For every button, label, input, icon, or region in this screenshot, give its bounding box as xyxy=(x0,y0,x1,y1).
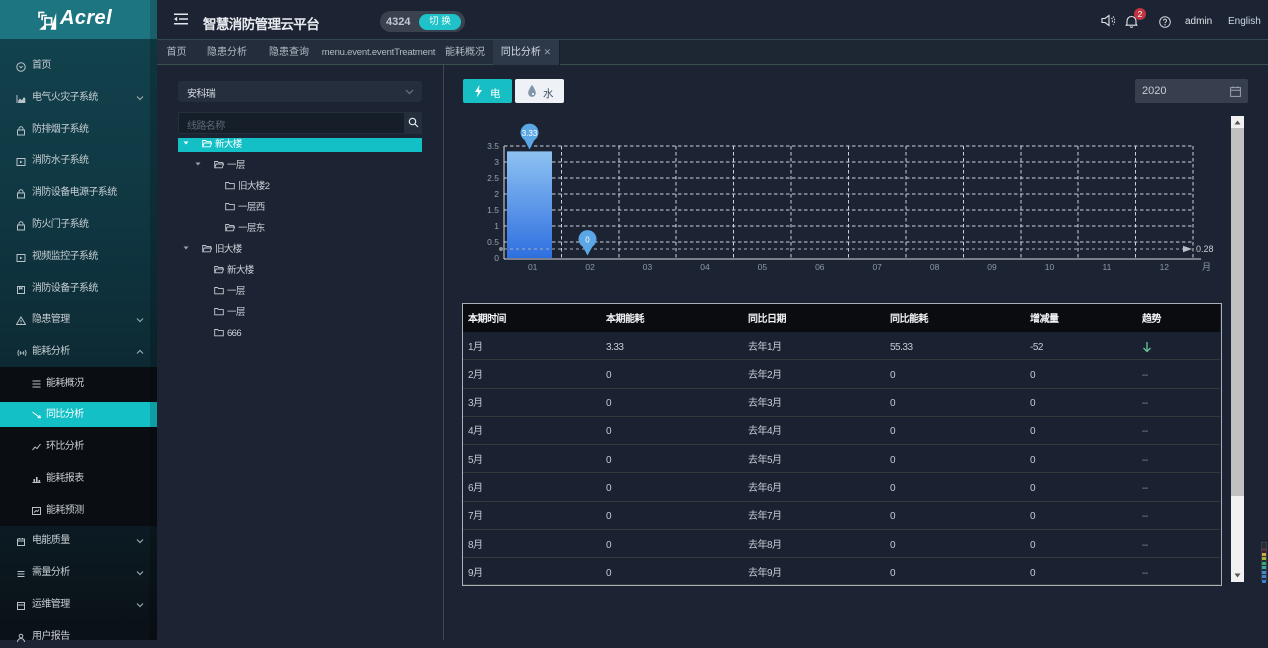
svg-text:0.5: 0.5 xyxy=(487,237,499,247)
svg-text:11: 11 xyxy=(1102,262,1111,272)
svg-text:0: 0 xyxy=(585,236,590,245)
svg-text:0.28: 0.28 xyxy=(1196,244,1214,254)
svg-text:3.5: 3.5 xyxy=(487,141,499,151)
svg-text:2: 2 xyxy=(494,189,499,199)
svg-text:07: 07 xyxy=(872,262,882,272)
svg-text:06: 06 xyxy=(815,262,825,272)
svg-text:08: 08 xyxy=(930,262,940,272)
svg-text:05: 05 xyxy=(758,262,768,272)
svg-text:3.33: 3.33 xyxy=(522,129,538,138)
svg-text:09: 09 xyxy=(987,262,997,272)
svg-text:04: 04 xyxy=(700,262,710,272)
svg-text:01: 01 xyxy=(528,262,538,272)
svg-text:10: 10 xyxy=(1045,262,1055,272)
svg-text:0: 0 xyxy=(494,253,499,263)
svg-text:1.5: 1.5 xyxy=(487,205,499,215)
svg-text:03: 03 xyxy=(643,262,653,272)
svg-text:1: 1 xyxy=(494,221,499,231)
svg-text:3: 3 xyxy=(494,157,499,167)
svg-text:月: 月 xyxy=(1202,262,1211,272)
svg-text:02: 02 xyxy=(585,262,595,272)
svg-text:2.5: 2.5 xyxy=(487,173,499,183)
svg-text:12: 12 xyxy=(1160,262,1170,272)
